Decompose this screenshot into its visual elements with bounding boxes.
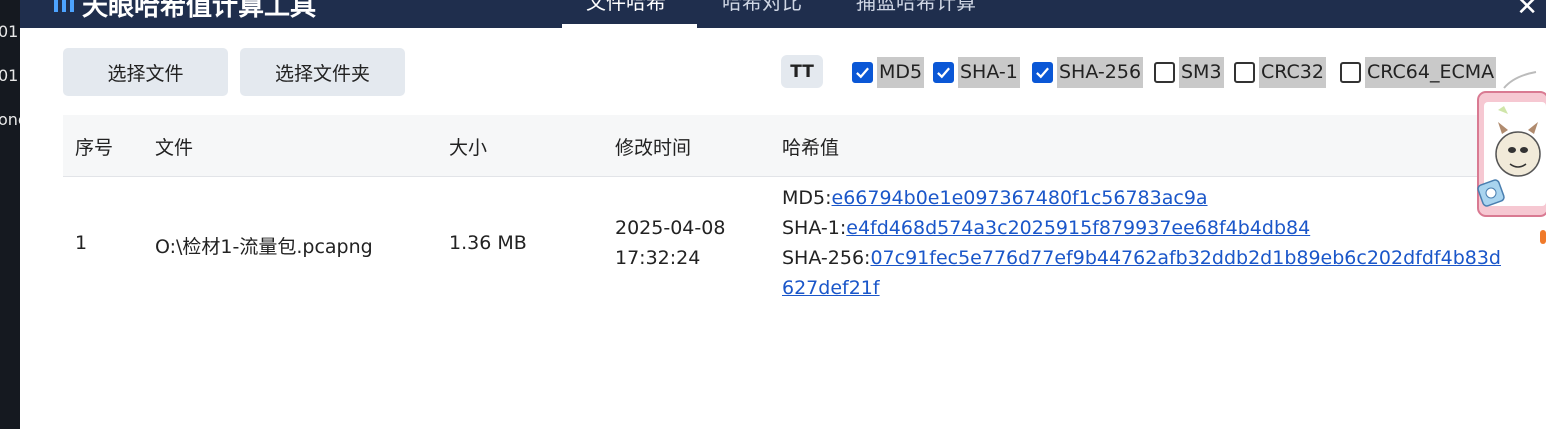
font-size-icon: TT xyxy=(790,61,814,82)
font-size-toggle-button[interactable]: TT xyxy=(781,55,823,88)
sha256-hash-label: SHA-256: xyxy=(782,247,871,269)
app-header: 天眼哈希值计算工具 文件哈希 哈希对比 捕蓝哈希计算 ✕ xyxy=(20,0,1546,28)
orange-edge-marker xyxy=(1540,230,1546,244)
sm3-checkbox[interactable] xyxy=(1154,62,1175,83)
checkmark-icon xyxy=(937,67,950,79)
sha1-hash-line: SHA-1:e4fd468d574a3c2025915f879937ee68f4… xyxy=(782,217,1310,239)
md5-hash-link[interactable]: e66794b0e1e097367480f1c56783ac9a xyxy=(832,187,1208,209)
background-text: one xyxy=(0,110,20,129)
sm3-label: SM3 xyxy=(1179,57,1224,88)
checkmark-icon xyxy=(1036,67,1049,79)
sha1-hash-link[interactable]: e4fd468d574a3c2025915f879937ee68f4b4db84 xyxy=(846,217,1310,239)
tab-batch-hash[interactable]: 捕蓝哈希计算 xyxy=(856,0,976,15)
sha256-hash-line: SHA-256:07c91fec5e776d77ef9b44762afb32dd… xyxy=(782,247,1501,269)
md5-label: MD5 xyxy=(877,57,925,88)
checkmark-icon xyxy=(856,67,869,79)
algo-option-sha1[interactable]: SHA-1 xyxy=(933,57,1020,88)
row-index: 1 xyxy=(75,232,88,254)
row-modified-date: 2025-04-08 xyxy=(615,217,726,239)
sha256-hash-line-continued: 627def21f xyxy=(782,277,880,299)
sha256-hash-link-continued[interactable]: 627def21f xyxy=(782,277,880,299)
column-header-file: 文件 xyxy=(155,137,194,159)
row-modified-time: 17:32:24 xyxy=(615,247,701,269)
background-text: 01 xyxy=(0,22,19,41)
algo-option-crc64-ecma[interactable]: CRC64_ECMA xyxy=(1340,57,1497,88)
tab-hash-compare[interactable]: 哈希对比 xyxy=(722,0,802,15)
sha256-hash-link[interactable]: 07c91fec5e776d77ef9b44762afb32ddb2d1b89e… xyxy=(870,247,1501,269)
sha1-checkbox[interactable] xyxy=(933,62,954,83)
app-title: 天眼哈希值计算工具 xyxy=(82,0,317,22)
close-button[interactable]: ✕ xyxy=(1516,0,1538,22)
cartoon-cat-sticker-icon xyxy=(1477,71,1546,217)
table-header: 序号 文件 大小 修改时间 哈希值 xyxy=(63,115,1546,177)
algo-option-sha256[interactable]: SHA-256 xyxy=(1032,57,1144,88)
md5-hash-label: MD5: xyxy=(782,187,832,209)
column-header-hash: 哈希值 xyxy=(782,137,840,159)
crc32-label: CRC32 xyxy=(1259,57,1326,88)
column-header-size: 大小 xyxy=(449,137,488,159)
select-folder-button[interactable]: 选择文件夹 xyxy=(240,48,405,96)
app-logo-icon xyxy=(54,0,74,12)
sha1-label: SHA-1 xyxy=(958,57,1020,88)
crc32-checkbox[interactable] xyxy=(1234,62,1255,83)
sha256-checkbox[interactable] xyxy=(1032,62,1053,83)
column-header-modified: 修改时间 xyxy=(615,137,692,159)
algo-option-sm3[interactable]: SM3 xyxy=(1154,57,1224,88)
md5-checkbox[interactable] xyxy=(852,62,873,83)
algo-option-crc32[interactable]: CRC32 xyxy=(1234,57,1326,88)
sha1-hash-label: SHA-1: xyxy=(782,217,847,239)
row-file-size: 1.36 MB xyxy=(449,232,527,254)
select-file-button[interactable]: 选择文件 xyxy=(63,48,228,96)
tab-file-hash[interactable]: 文件哈希 xyxy=(586,0,666,15)
md5-hash-line: MD5:e66794b0e1e097367480f1c56783ac9a xyxy=(782,187,1208,209)
background-text: 01 xyxy=(0,66,19,85)
row-file-path: O:\检材1-流量包.pcapng xyxy=(155,236,373,258)
crc64-ecma-checkbox[interactable] xyxy=(1340,62,1361,83)
algo-option-md5[interactable]: MD5 xyxy=(852,57,925,88)
column-header-index: 序号 xyxy=(75,137,114,159)
active-tab-indicator xyxy=(562,24,697,28)
sha256-label: SHA-256 xyxy=(1057,57,1144,88)
background-window-strip: 01 01 one xyxy=(0,0,20,429)
